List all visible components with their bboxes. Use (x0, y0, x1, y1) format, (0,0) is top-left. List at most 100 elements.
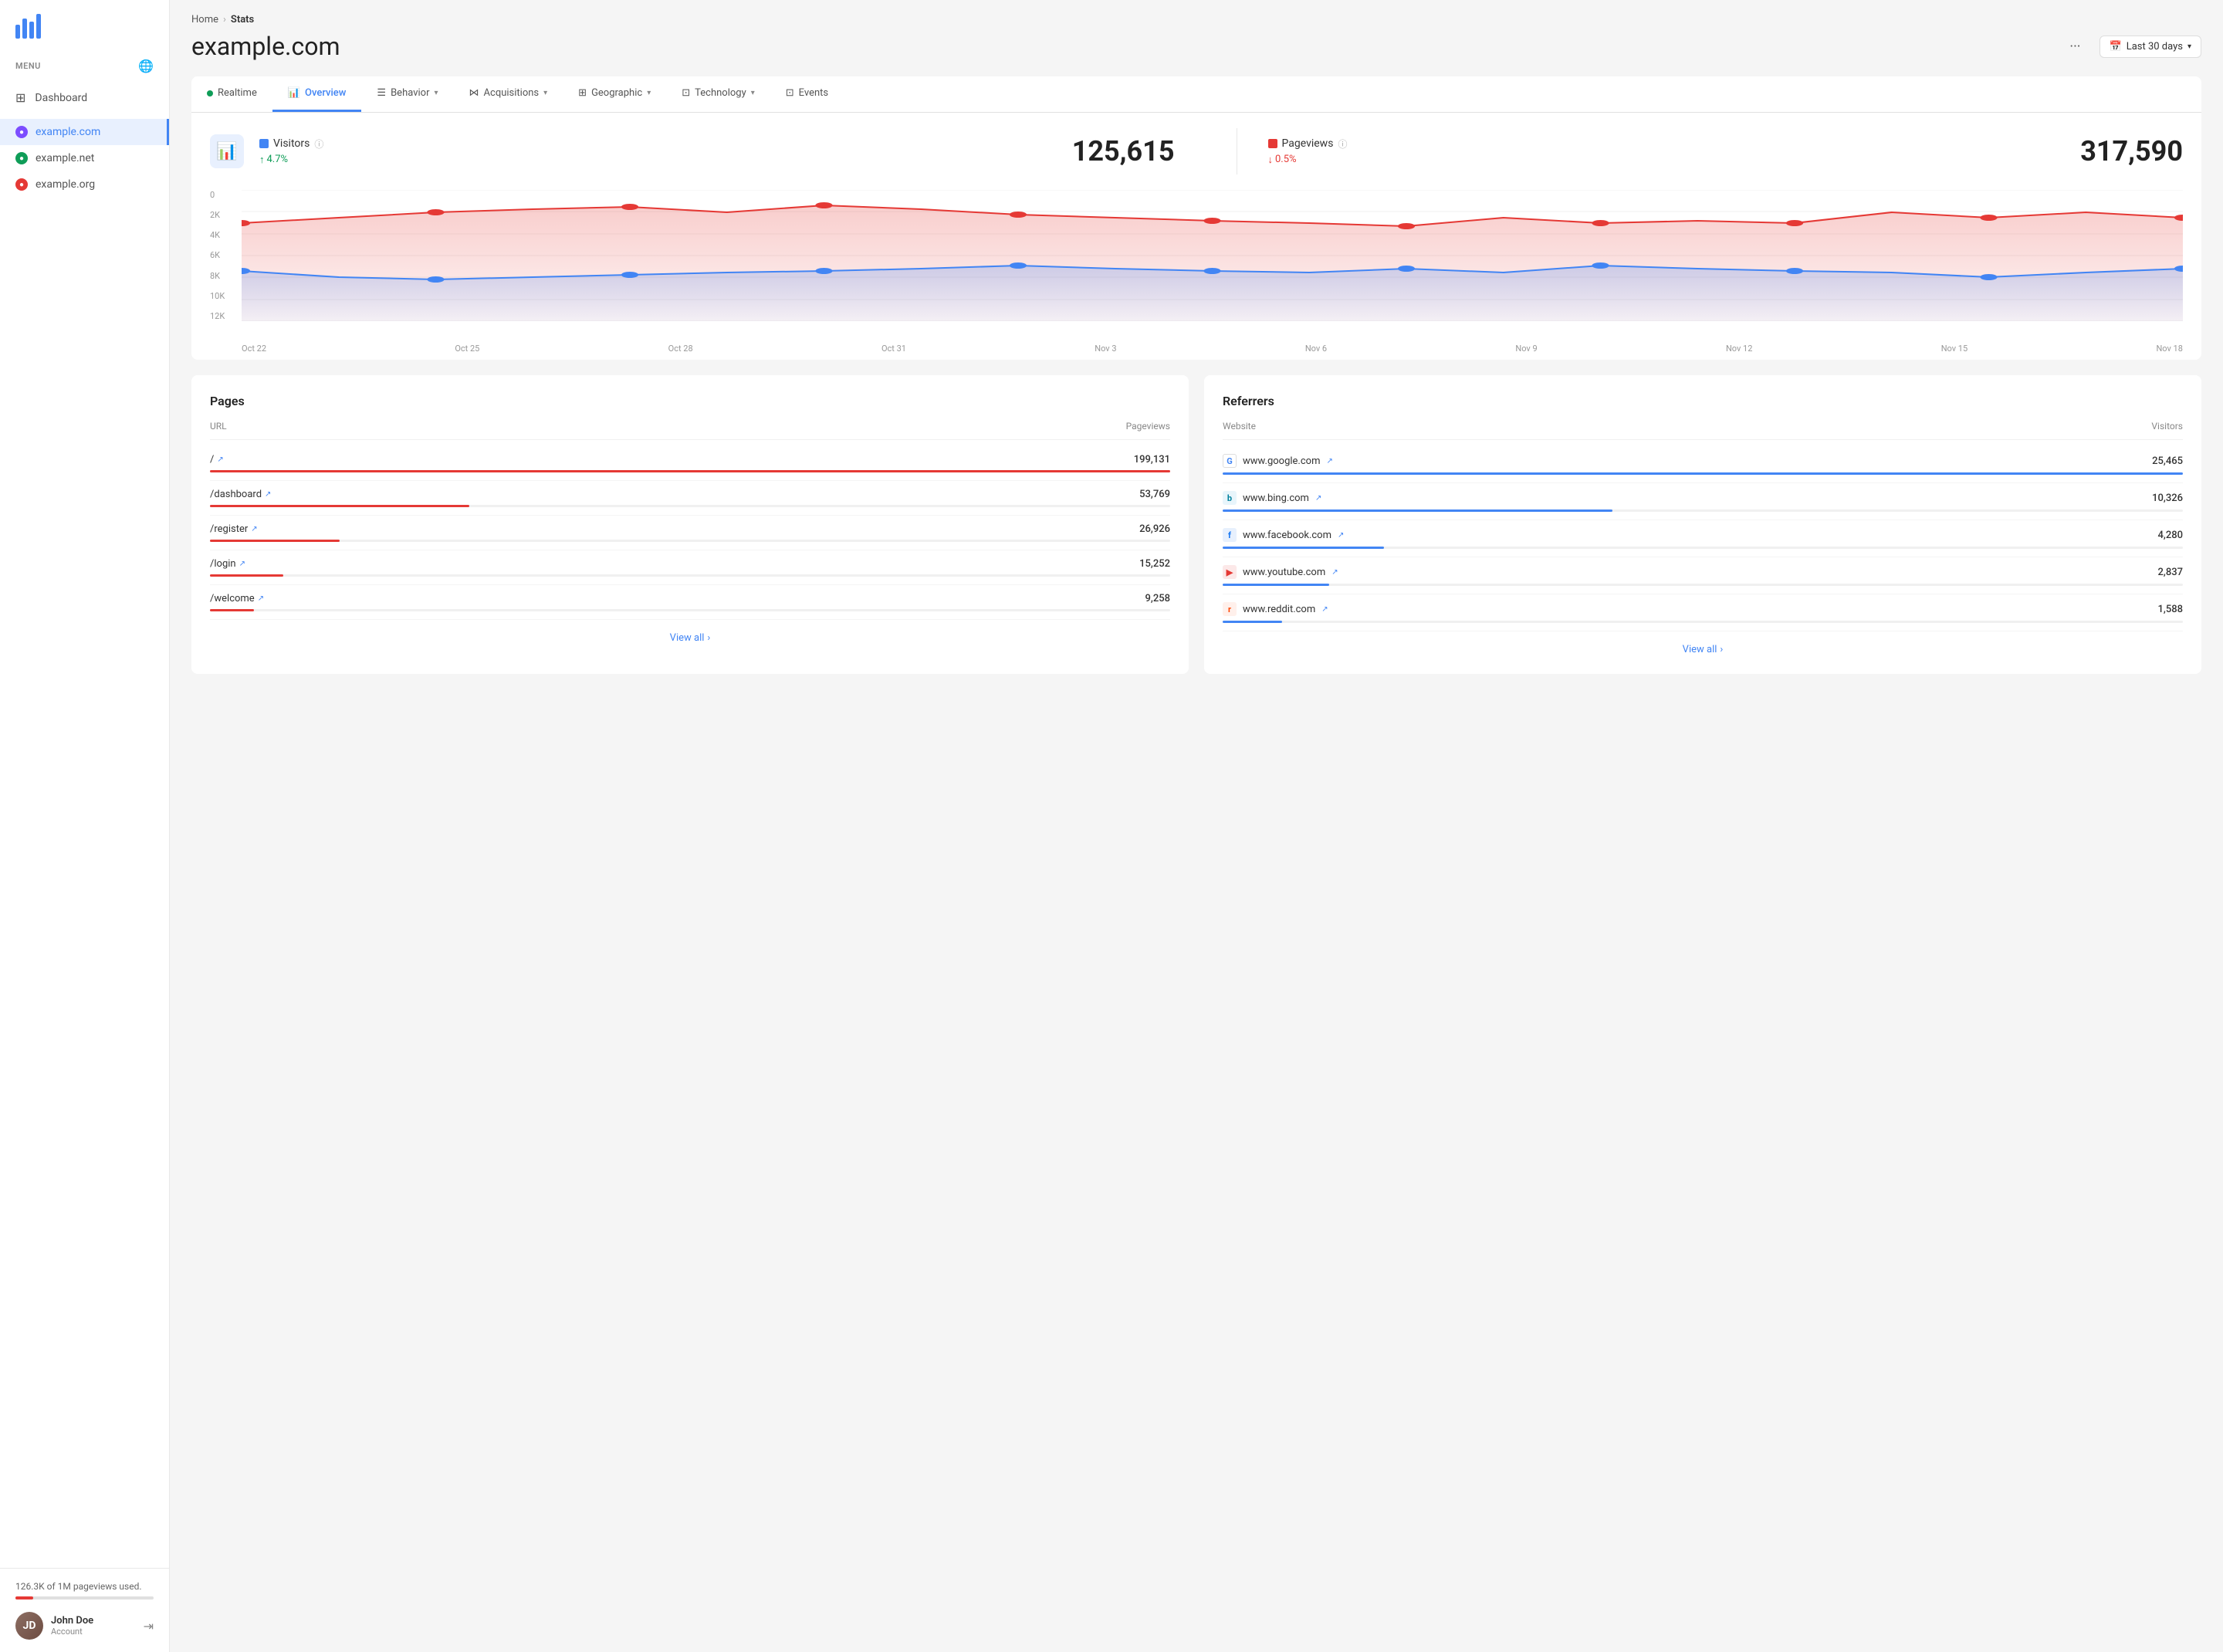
visitors-metric: Visitors ⓘ ↑ 4.7% (259, 137, 1072, 166)
pages-bar-3 (210, 574, 283, 577)
pageviews-change-value: 0.5% (1275, 154, 1297, 165)
pages-col-pageviews: Pageviews (1126, 421, 1170, 432)
usage-bar-background (15, 1596, 154, 1600)
tab-overview-label: Overview (305, 87, 346, 99)
tab-events[interactable]: ⊡ Events (770, 76, 844, 112)
external-link-icon[interactable]: ↗ (239, 560, 245, 568)
pageviews-change: ↓ 0.5% (1268, 154, 2081, 166)
external-link-icon[interactable]: ↗ (1338, 531, 1344, 540)
tab-behavior[interactable]: ☰ Behavior ▾ (361, 76, 453, 112)
external-link-icon[interactable]: ↗ (258, 594, 264, 603)
visitor-dot (621, 272, 638, 278)
visitors-info-icon: ⓘ (314, 137, 323, 151)
globe-icon[interactable]: 🌐 (138, 59, 154, 73)
menu-label-row: MENU 🌐 (0, 52, 169, 83)
chevron-down-icon: ▾ (647, 89, 651, 97)
external-link-icon[interactable]: ↗ (1326, 457, 1332, 465)
pages-row-1: /dashboard ↗ 53,769 (210, 481, 1170, 516)
pageview-dot (1592, 220, 1609, 226)
sidebar-item-example-net[interactable]: ● example.net (0, 145, 169, 171)
avatar: JD (15, 1612, 43, 1640)
pageviews-metric: Pageviews ⓘ ↓ 0.5% (1268, 137, 2081, 166)
external-link-icon[interactable]: ↗ (1321, 605, 1328, 614)
y-label-8k: 8K (210, 271, 225, 281)
pages-bar-4 (210, 609, 254, 611)
user-sub: Account (51, 1627, 136, 1637)
external-link-icon[interactable]: ↗ (1331, 568, 1338, 577)
sidebar-item-dashboard[interactable]: ⊞ Dashboard (0, 83, 169, 113)
tab-overview[interactable]: 📊 Overview (272, 76, 362, 112)
dashboard-icon: ⊞ (15, 90, 25, 105)
external-link-icon[interactable]: ↗ (265, 490, 271, 499)
ref-bar-bg-2 (1223, 547, 2183, 549)
visitors-label: Visitors ⓘ (259, 137, 1072, 151)
sidebar-item-example-com[interactable]: ● example.com (0, 119, 169, 145)
ref-site-label-3: www.youtube.com (1243, 567, 1325, 578)
y-label-2k: 2K (210, 210, 225, 220)
chart-x-axis: Oct 22 Oct 25 Oct 28 Oct 31 Nov 3 Nov 6 … (242, 344, 2183, 354)
visitor-dot (1592, 262, 1609, 269)
menu-label: MENU (15, 61, 41, 71)
pages-view-all[interactable]: View all › (210, 632, 1170, 644)
tab-geographic-label: Geographic (591, 87, 642, 99)
visitor-dot (1203, 268, 1220, 274)
stats-header: 📊 Visitors ⓘ ↑ 4.7% 125,615 (191, 113, 2201, 190)
visitor-dot (1010, 262, 1027, 269)
visitors-change: ↑ 4.7% (259, 154, 1072, 166)
date-picker[interactable]: 📅 Last 30 days ▾ (2100, 36, 2201, 58)
stats-card: Realtime 📊 Overview ☰ Behavior ▾ ⋈ Acqui… (191, 76, 2201, 360)
tab-technology[interactable]: ⊡ Technology ▾ (666, 76, 770, 112)
stats-chart-icon: 📊 (210, 134, 244, 168)
main-content: Home › Stats example.com ··· 📅 Last 30 d… (170, 0, 2223, 1652)
pages-bar-1 (210, 505, 469, 507)
logout-icon[interactable]: ⇥ (144, 1619, 154, 1633)
date-oct28: Oct 28 (668, 344, 693, 354)
referrers-view-all[interactable]: View all › (1223, 644, 2183, 655)
pages-value-2: 26,926 (1139, 523, 1170, 535)
external-link-icon[interactable]: ↗ (217, 455, 223, 464)
behavior-icon: ☰ (377, 87, 386, 99)
tab-realtime[interactable]: Realtime (191, 76, 272, 112)
y-label-12k: 12K (210, 311, 225, 321)
referrers-site-2: f www.facebook.com ↗ (1223, 528, 1344, 542)
y-label-10k: 10K (210, 291, 225, 301)
acquisitions-icon: ⋈ (469, 87, 479, 99)
pageviews-label: Pageviews ⓘ (1268, 137, 2081, 151)
tab-geographic[interactable]: ⊞ Geographic ▾ (563, 76, 666, 112)
ref-bar-2 (1223, 547, 1384, 549)
visitor-dot (427, 276, 444, 283)
pages-row-2: /register ↗ 26,926 (210, 516, 1170, 550)
referrers-value-2: 4,280 (2158, 530, 2183, 541)
pageview-dot (1010, 212, 1027, 218)
referrers-row-top-2: f www.facebook.com ↗ 4,280 (1223, 528, 2183, 542)
external-link-icon[interactable]: ↗ (251, 525, 257, 533)
ref-bar-1 (1223, 509, 1612, 512)
sidebar-item-example-org[interactable]: ● example.org (0, 171, 169, 198)
referrers-row-1: b www.bing.com ↗ 10,326 (1223, 483, 2183, 520)
bar-chart-icon: 📊 (216, 142, 237, 161)
logo-icon (15, 14, 41, 39)
external-link-icon[interactable]: ↗ (1315, 494, 1321, 503)
page-title: example.com (191, 32, 340, 61)
referrers-col-website: Website (1223, 421, 1256, 432)
breadcrumb-home[interactable]: Home (191, 14, 218, 25)
pages-bar-bg-0 (210, 470, 1170, 472)
ref-bar-bg-3 (1223, 584, 2183, 586)
visitors-color-swatch (259, 139, 269, 148)
date-nov9: Nov 9 (1515, 344, 1537, 354)
tab-acquisitions[interactable]: ⋈ Acquisitions ▾ (454, 76, 563, 112)
more-button[interactable]: ··· (2063, 36, 2086, 58)
chevron-down-icon: ▾ (435, 89, 438, 97)
tab-acquisitions-label: Acquisitions (484, 87, 540, 99)
pages-url-1: /dashboard ↗ (210, 489, 271, 500)
referrers-row-top-3: ▶ www.youtube.com ↗ 2,837 (1223, 565, 2183, 579)
reddit-icon: r (1223, 602, 1237, 616)
pages-row-top-1: /dashboard ↗ 53,769 (210, 489, 1170, 500)
logo-bar-3 (29, 22, 34, 39)
sidebar-footer: 126.3K of 1M pageviews used. JD John Doe… (0, 1568, 169, 1652)
y-label-6k: 6K (210, 250, 225, 260)
pageview-dot (815, 202, 832, 208)
site-dot-example-org: ● (15, 178, 28, 191)
site-dot-example-net: ● (15, 152, 28, 164)
pages-row-top-4: /welcome ↗ 9,258 (210, 593, 1170, 604)
